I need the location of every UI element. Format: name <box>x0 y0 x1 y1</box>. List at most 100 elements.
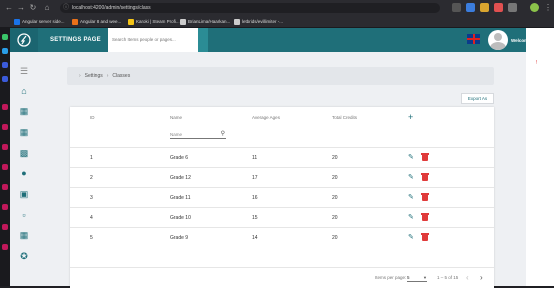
cell-total-credits: 20 <box>332 195 338 201</box>
schedule-icon[interactable]: ▦ <box>19 230 29 240</box>
delete-icon[interactable] <box>421 153 429 161</box>
breadcrumb-settings[interactable]: Settings <box>85 73 103 79</box>
extension-icon[interactable] <box>494 3 503 12</box>
cell-average-ages: 11 <box>252 155 258 161</box>
cell-name: Grade 9 <box>170 235 189 241</box>
paginator: Items per page: 5 ▼ 1 – 5 of 15 ‹ › <box>70 267 494 287</box>
export-button[interactable]: Export As <box>461 93 494 104</box>
forward-icon[interactable]: → <box>16 3 26 13</box>
cell-total-credits: 20 <box>332 155 338 161</box>
bookmark-icon <box>72 18 78 25</box>
cell-id: 1 <box>90 155 93 161</box>
app-icon[interactable] <box>2 144 8 150</box>
name-filter-placeholder: Name <box>170 132 183 137</box>
table-row: 5 Grade 9 14 20 ✎ <box>70 227 494 247</box>
whatsapp-icon[interactable] <box>2 34 8 40</box>
column-header-total-credits[interactable]: Total Credits <box>332 115 357 120</box>
cell-average-ages: 16 <box>252 195 258 201</box>
award-icon[interactable]: ✪ <box>19 251 29 261</box>
edit-icon[interactable]: ✎ <box>408 194 415 201</box>
reload-icon[interactable]: ↻ <box>28 3 38 13</box>
search-button[interactable] <box>198 28 208 52</box>
search-placeholder: Search Items people or pages... <box>112 37 176 42</box>
people-icon[interactable]: ●​ <box>19 168 29 178</box>
bookmark-item[interactable]: Karoki | Steam Profi... <box>128 18 180 26</box>
extension-icon[interactable] <box>480 3 489 12</box>
cell-name: Grade 12 <box>170 175 191 181</box>
teacher-icon[interactable]: ▣ <box>19 189 29 199</box>
id-card-icon[interactable]: ▩ <box>19 148 29 158</box>
breadcrumb-separator: › <box>106 73 109 79</box>
profile-icon[interactable] <box>530 3 539 12</box>
bookmark-icon <box>14 18 20 25</box>
extension-icon[interactable] <box>508 3 517 12</box>
app-icon[interactable] <box>2 164 8 170</box>
sidebar: ☰ ⌂ ▦ ▦ ▩ ●​ ▣ ▫ ▦ ✪ <box>10 52 38 286</box>
logo[interactable] <box>10 28 38 52</box>
name-filter-input[interactable]: Name ⚲ <box>170 130 226 139</box>
app-icon[interactable] <box>2 104 8 110</box>
column-header-average-ages[interactable]: Average Ages <box>252 115 280 120</box>
search-input[interactable]: Search Items people or pages... <box>108 28 198 52</box>
extension-icon[interactable] <box>466 3 475 12</box>
bookmark-item[interactable]: letbrids/evillimiter -... <box>234 18 283 26</box>
back-icon[interactable]: ← <box>4 3 14 13</box>
search-icon: ⚲ <box>220 131 225 137</box>
right-panel: ! <box>526 28 554 286</box>
delete-icon[interactable] <box>421 173 429 181</box>
app-icon[interactable] <box>2 76 8 82</box>
browser-toolbar: ← → ↻ ⌂ ⓘ localhost:4200/admin/settings/… <box>0 0 554 16</box>
bookmark-item[interactable]: BrianLima/Haarkan... <box>180 18 230 26</box>
app-icon[interactable] <box>2 204 8 210</box>
breadcrumb-separator: › <box>79 73 81 79</box>
delete-icon[interactable] <box>421 193 429 201</box>
notification-icon[interactable]: ! <box>536 60 537 66</box>
assignment-icon[interactable]: ▫ <box>19 210 29 220</box>
address-text: localhost:4200/admin/settings/class <box>72 5 151 11</box>
calendar-icon[interactable]: ▦ <box>19 106 29 116</box>
address-bar[interactable]: ⓘ localhost:4200/admin/settings/class <box>60 3 440 13</box>
telegram-icon[interactable] <box>2 48 8 54</box>
app-icon[interactable] <box>2 224 8 230</box>
cell-name: Grade 10 <box>170 215 191 221</box>
bookmark-item[interactable]: Angular server side... <box>14 18 65 26</box>
next-page-button[interactable]: › <box>480 268 483 288</box>
cell-name: Grade 11 <box>170 195 191 201</box>
calendar-grid-icon[interactable]: ▦ <box>19 127 29 137</box>
delete-icon[interactable] <box>421 213 429 221</box>
add-class-icon[interactable]: + <box>408 112 413 122</box>
uk-flag-icon[interactable] <box>467 34 480 44</box>
column-header-name[interactable]: Name <box>170 115 182 120</box>
edit-icon[interactable]: ✎ <box>408 154 415 161</box>
delete-icon[interactable] <box>421 233 429 241</box>
edit-icon[interactable]: ✎ <box>408 174 415 181</box>
extension-icon[interactable] <box>452 3 461 12</box>
chevron-down-icon: ▼ <box>423 275 427 280</box>
table-row: 1 Grade 6 11 20 ✎ <box>70 147 494 167</box>
edit-icon[interactable]: ✎ <box>408 234 415 241</box>
items-per-page-select[interactable]: 5 ▼ <box>407 274 427 282</box>
top-header: SETTINGS PAGE Search Items people or pag… <box>10 28 531 52</box>
edit-icon[interactable]: ✎ <box>408 214 415 221</box>
table-row: 4 Grade 10 15 20 ✎ <box>70 207 494 227</box>
cell-id: 2 <box>90 175 93 181</box>
info-icon: ⓘ <box>63 5 70 11</box>
classes-table-card: ID Name Average Ages Total Credits + Nam… <box>70 107 494 288</box>
cell-average-ages: 17 <box>252 175 258 181</box>
app-icon[interactable] <box>2 124 8 130</box>
items-per-page-value: 5 <box>407 275 410 280</box>
menu-icon[interactable]: ☰ <box>19 66 29 76</box>
app-icon[interactable] <box>2 244 8 250</box>
app-icon[interactable] <box>2 184 8 190</box>
bookmark-item[interactable]: Angular 8 and wee... <box>72 18 121 26</box>
bookmark-icon <box>128 18 134 25</box>
previous-page-button[interactable]: ‹ <box>466 268 469 288</box>
messenger-icon[interactable] <box>2 62 8 68</box>
avatar[interactable] <box>488 30 508 50</box>
home-icon[interactable]: ⌂ <box>19 86 29 96</box>
items-per-page-label: Items per page: <box>375 275 407 280</box>
home-browser-icon[interactable]: ⌂ <box>42 3 52 13</box>
more-icon[interactable]: ⋮ <box>543 3 553 13</box>
cell-total-credits: 20 <box>332 175 338 181</box>
column-header-id[interactable]: ID <box>90 115 95 120</box>
